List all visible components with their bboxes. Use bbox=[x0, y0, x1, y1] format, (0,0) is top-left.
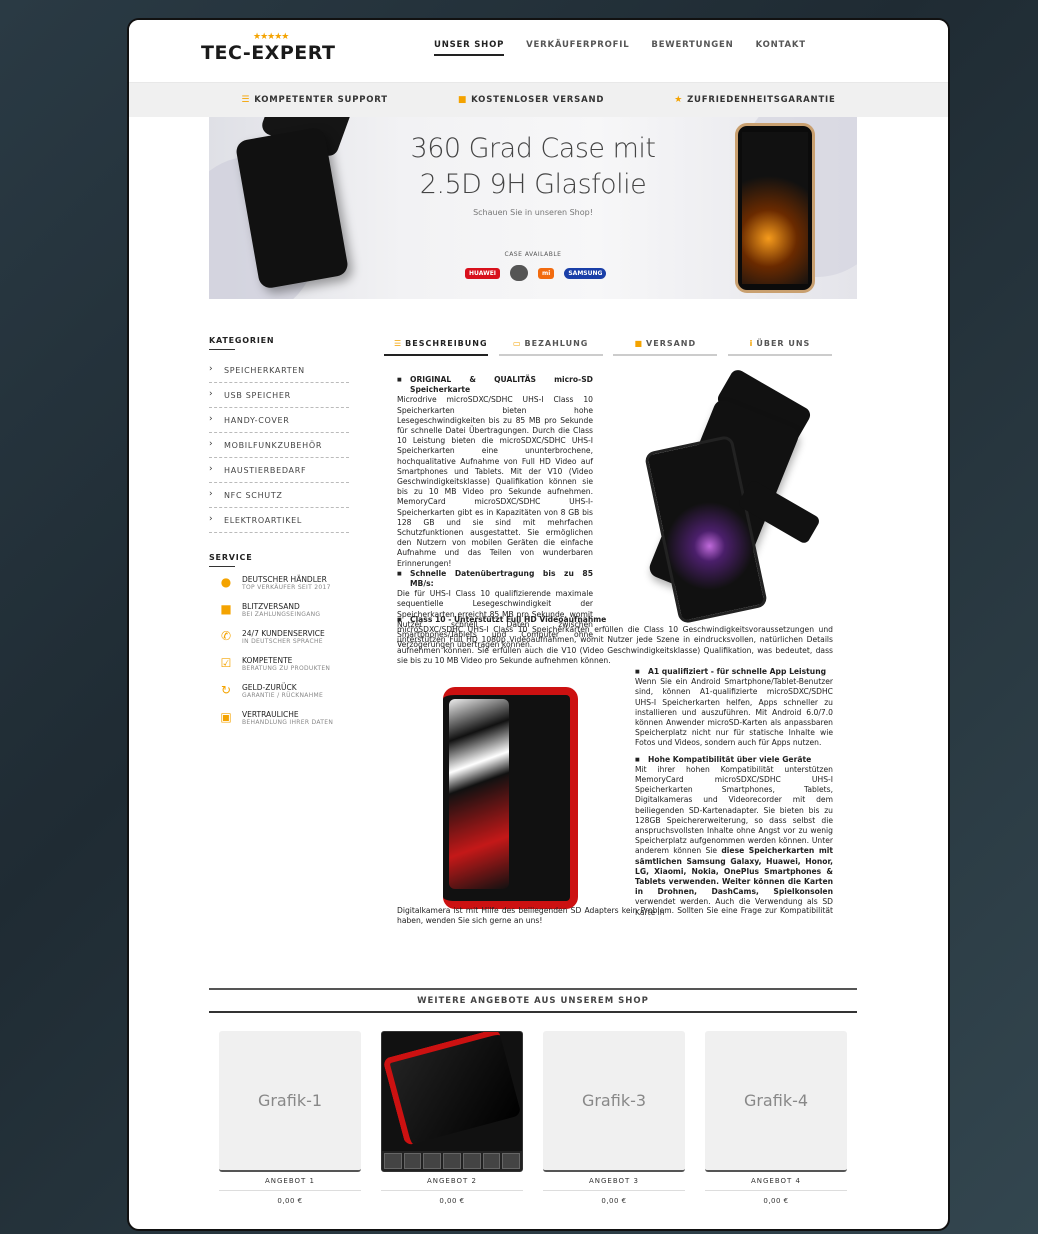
category-item[interactable]: HANDY-COVER bbox=[209, 408, 349, 433]
service-item: ▣ VERTRAULICHE BEHANDLUNG IHRER DATEN bbox=[220, 710, 334, 726]
list-icon: ☰ bbox=[241, 95, 251, 105]
samsung-logo: SAMSUNG bbox=[564, 267, 607, 279]
lock-icon: ▣ bbox=[220, 710, 232, 724]
sidebar: KATEGORIEN SPEICHERKARTEN USB SPEICHER H… bbox=[209, 336, 349, 737]
logo[interactable]: ★★★★★ TEC-EXPERT bbox=[201, 32, 341, 76]
service-item: ● DEUTSCHER HÄNDLER TOP VERKÄUFER SEIT 20… bbox=[220, 575, 331, 591]
phone-icon: ✆ bbox=[220, 629, 232, 643]
truck-icon: ■ bbox=[457, 95, 468, 105]
apple-logo bbox=[510, 265, 529, 281]
info-icon: i bbox=[749, 339, 754, 348]
truck-icon: ■ bbox=[220, 602, 232, 616]
site-header: ★★★★★ TEC-EXPERT UNSER SHOP VERKÄUFERPRO… bbox=[129, 20, 948, 83]
paragraph: Digitalkamera ist mit Hilfe des beiliege… bbox=[397, 906, 833, 926]
offer-image: Grafik-4 bbox=[705, 1031, 847, 1172]
paragraph: microSDXC/SDHC UHS-I Class 10 Speicherka… bbox=[397, 625, 833, 665]
usp-guarantee: ★ ZUFRIEDENHEITSGARANTIE bbox=[674, 95, 835, 105]
offer-card[interactable]: Grafik-4 ANGEBOT 4 0,00 € bbox=[705, 1031, 847, 1205]
tab-bezahlung[interactable]: ▭ BEZAHLUNG bbox=[498, 339, 603, 356]
heading-class10: Class 10 - Unterstützt Full HD Videoaufn… bbox=[397, 615, 833, 625]
list-icon: ☰ bbox=[394, 339, 403, 348]
logo-text: TEC-EXPERT bbox=[201, 42, 336, 64]
hero-banner[interactable]: 360 Grad Case mit 2.5D 9H Glasfolie Scha… bbox=[209, 117, 857, 299]
nav-kontakt[interactable]: KONTAKT bbox=[756, 40, 806, 56]
paragraph: Mit ihrer hohen Kompatibilität unterstüt… bbox=[635, 764, 834, 917]
tab-ueber-uns[interactable]: i ÜBER UNS bbox=[727, 339, 832, 356]
more-offers: WEITERE ANGEBOTE AUS UNSEREM SHOP Grafik… bbox=[209, 988, 857, 1205]
huawei-logo: HUAWEI bbox=[465, 267, 501, 279]
offer-price: 0,00 € bbox=[277, 1197, 303, 1205]
service-item: ■ BLITZVERSAND BEI ZAHLUNGSEINGANG bbox=[220, 602, 321, 618]
usp-support: ☰ KOMPETENTER SUPPORT bbox=[241, 95, 388, 105]
heading-original: ORIGINAL & QUALITÄS micro-SD Speicherkar… bbox=[397, 375, 593, 395]
banner-title-line1: 360 Grad Case mit bbox=[410, 133, 656, 164]
usp-shipping: ■ KOSTENLOSER VERSAND bbox=[458, 95, 604, 105]
usp-shipping-label: KOSTENLOSER VERSAND bbox=[471, 95, 605, 105]
nav-unser-shop[interactable]: UNSER SHOP bbox=[434, 40, 505, 56]
description-col-right: A1 qualifiziert - für schnelle App Leist… bbox=[635, 667, 833, 918]
banner-case-available: CASE AVAILABLE bbox=[504, 251, 562, 258]
service-title: SERVICE bbox=[209, 553, 252, 567]
product-image-360-case bbox=[639, 367, 822, 627]
product-image-red-case bbox=[443, 687, 583, 912]
offer-label: ANGEBOT 4 bbox=[705, 1177, 847, 1191]
offer-card[interactable]: ANGEBOT 2 0,00 € bbox=[381, 1031, 523, 1205]
offer-price: 0,00 € bbox=[439, 1197, 465, 1205]
service-item: ☑ KOMPETENTE BERATUNG ZU PRODUKTEN bbox=[220, 656, 331, 672]
banner-subtitle: Schauen Sie in unseren Shop! bbox=[473, 208, 593, 217]
service-item: ✆ 24/7 KUNDENSERVICE IN DEUTSCHER SPRACHE bbox=[220, 629, 325, 645]
offer-image: Grafik-1 bbox=[219, 1031, 361, 1172]
description-col-left: ORIGINAL & QUALITÄS micro-SD Speicherkar… bbox=[397, 375, 593, 650]
description-full: Class 10 - Unterstützt Full HD Videoaufn… bbox=[397, 615, 833, 666]
offer-label: ANGEBOT 2 bbox=[381, 1177, 523, 1191]
paragraph: Wenn Sie ein Android Smartphone/Tablet-B… bbox=[635, 677, 833, 748]
refresh-icon: ↻ bbox=[220, 683, 232, 697]
usp-support-label: KOMPETENTER SUPPORT bbox=[254, 95, 388, 105]
category-item[interactable]: MOBILFUNKZUBEHÖR bbox=[209, 433, 349, 458]
offer-label: ANGEBOT 1 bbox=[219, 1177, 361, 1191]
offer-card[interactable]: Grafik-3 ANGEBOT 3 0,00 € bbox=[543, 1031, 685, 1205]
offer-card[interactable]: Grafik-1 ANGEBOT 1 0,00 € bbox=[219, 1031, 361, 1205]
offer-image bbox=[381, 1031, 523, 1172]
card-icon: ▭ bbox=[512, 339, 522, 348]
offer-price: 0,00 € bbox=[601, 1197, 627, 1205]
user-icon: ● bbox=[220, 575, 232, 589]
star-icon: ★ bbox=[674, 95, 684, 105]
category-item[interactable]: HAUSTIERBEDARF bbox=[209, 458, 349, 483]
tab-beschreibung[interactable]: ☰ BESCHREIBUNG bbox=[384, 339, 488, 356]
category-item[interactable]: NFC SCHUTZ bbox=[209, 483, 349, 508]
more-offers-title: WEITERE ANGEBOTE AUS UNSEREM SHOP bbox=[209, 988, 857, 1013]
service-item: ↻ GELD-ZURÜCK GARANTIE / RÜCKNAHME bbox=[220, 683, 324, 699]
banner-title-line2: 2.5D 9H Glasfolie bbox=[419, 169, 647, 200]
usp-guarantee-label: ZUFRIEDENHEITSGARANTIE bbox=[687, 95, 836, 105]
product-tabs: ☰ BESCHREIBUNG ▭ BEZAHLUNG ■ VERSAND i ÜBER … bbox=[384, 339, 832, 356]
heading-a1: A1 qualifiziert - für schnelle App Leist… bbox=[635, 667, 833, 677]
offer-price: 0,00 € bbox=[763, 1197, 789, 1205]
nav-verkaeuferprofil[interactable]: VERKÄUFERPROFIL bbox=[526, 40, 629, 56]
nav-bewertungen[interactable]: BEWERTUNGEN bbox=[651, 40, 733, 56]
logo-stars: ★★★★★ bbox=[253, 32, 289, 42]
offer-image: Grafik-3 bbox=[543, 1031, 685, 1172]
browser-window: ★★★★★ TEC-EXPERT UNSER SHOP VERKÄUFERPRO… bbox=[127, 18, 950, 1231]
heading-compat: Hohe Kompatibilität über viele Geräte bbox=[635, 755, 833, 765]
brand-logos: HUAWEI mi SAMSUNG bbox=[465, 265, 607, 281]
check-icon: ☑ bbox=[220, 656, 232, 670]
offers-grid: Grafik-1 ANGEBOT 1 0,00 € ANGEBOT 2 0,00… bbox=[209, 1031, 857, 1205]
offer-label: ANGEBOT 3 bbox=[543, 1177, 685, 1191]
paragraph: Microdrive microSDXC/SDHC UHS-I Class 10… bbox=[397, 395, 593, 568]
tab-versand[interactable]: ■ VERSAND bbox=[613, 339, 718, 356]
main-nav: UNSER SHOP VERKÄUFERPROFIL BEWERTUNGEN K… bbox=[434, 40, 806, 56]
category-item[interactable]: ELEKTROARTIKEL bbox=[209, 508, 349, 533]
xiaomi-logo: mi bbox=[538, 267, 555, 279]
category-item[interactable]: USB SPEICHER bbox=[209, 383, 349, 408]
truck-icon: ■ bbox=[634, 339, 644, 348]
usp-bar: ☰ KOMPETENTER SUPPORT ■ KOSTENLOSER VERSAN… bbox=[129, 83, 948, 117]
categories-title: KATEGORIEN bbox=[209, 336, 274, 350]
category-item[interactable]: SPEICHERKARTEN bbox=[209, 358, 349, 383]
heading-transfer: Schnelle Datenübertragung bis zu 85 MB/s… bbox=[397, 569, 593, 589]
